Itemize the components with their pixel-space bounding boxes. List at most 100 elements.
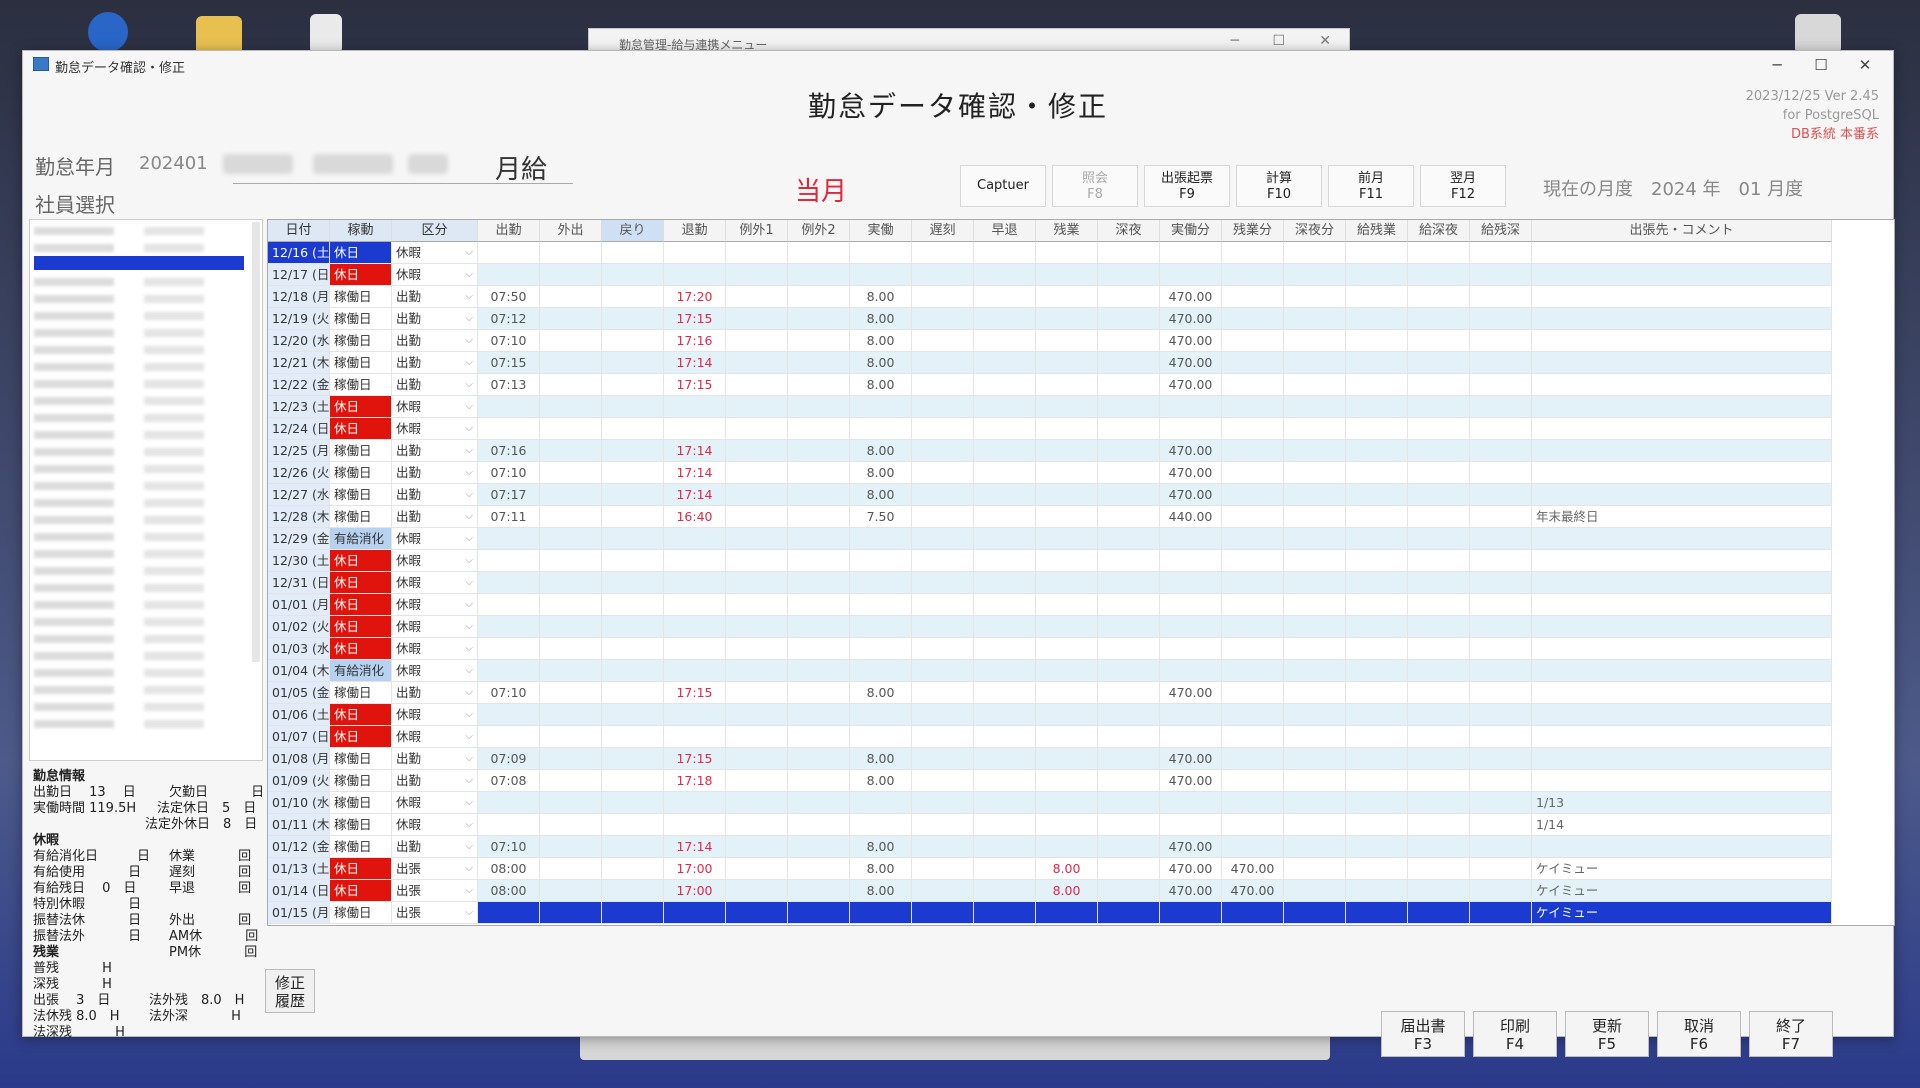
date-cell[interactable]: 12/23 (土) xyxy=(268,396,330,418)
data-cell[interactable] xyxy=(1470,418,1532,440)
data-cell[interactable] xyxy=(1222,836,1284,858)
data-cell[interactable] xyxy=(1284,660,1346,682)
data-cell[interactable] xyxy=(974,242,1036,264)
data-cell[interactable] xyxy=(788,352,850,374)
column-header[interactable]: 戻り xyxy=(602,220,664,242)
data-cell[interactable] xyxy=(726,660,788,682)
chevron-down-icon[interactable]: ⌵ xyxy=(465,484,473,505)
data-cell[interactable] xyxy=(1346,858,1408,880)
data-cell[interactable] xyxy=(974,550,1036,572)
workday-type-cell[interactable]: 休日 xyxy=(330,616,392,638)
data-cell[interactable] xyxy=(1160,396,1222,418)
data-cell[interactable] xyxy=(974,814,1036,836)
scrollbar[interactable] xyxy=(252,222,260,662)
workday-type-cell[interactable]: 休日 xyxy=(330,418,392,440)
data-cell[interactable] xyxy=(602,704,664,726)
data-cell[interactable] xyxy=(912,616,974,638)
data-cell[interactable] xyxy=(726,440,788,462)
date-cell[interactable]: 01/15 (月) xyxy=(268,902,330,924)
employee-item[interactable] xyxy=(34,683,234,697)
chevron-down-icon[interactable]: ⌵ xyxy=(465,836,473,857)
table-row[interactable]: 01/02 (火) 休日 休暇 ⌵ xyxy=(268,616,1894,638)
data-cell[interactable] xyxy=(1036,242,1098,264)
data-cell[interactable] xyxy=(1222,352,1284,374)
data-cell[interactable] xyxy=(540,308,602,330)
data-cell[interactable] xyxy=(974,836,1036,858)
data-cell[interactable] xyxy=(602,374,664,396)
data-cell[interactable] xyxy=(478,264,540,286)
comment-cell[interactable]: ケイミュー xyxy=(1532,880,1832,902)
employee-item[interactable] xyxy=(34,530,234,544)
data-cell[interactable] xyxy=(664,396,726,418)
data-cell[interactable] xyxy=(602,880,664,902)
data-cell[interactable] xyxy=(726,528,788,550)
data-cell[interactable] xyxy=(1408,308,1470,330)
data-cell[interactable] xyxy=(540,330,602,352)
data-cell[interactable] xyxy=(1470,594,1532,616)
employee-item[interactable] xyxy=(34,394,234,408)
data-cell[interactable] xyxy=(788,902,850,924)
data-cell[interactable] xyxy=(1098,550,1160,572)
data-cell[interactable] xyxy=(974,506,1036,528)
data-cell[interactable] xyxy=(1160,242,1222,264)
data-cell[interactable] xyxy=(478,528,540,550)
data-cell[interactable]: 17:14 xyxy=(664,484,726,506)
data-cell[interactable] xyxy=(974,902,1036,924)
comment-cell[interactable] xyxy=(1532,550,1832,572)
data-cell[interactable] xyxy=(1470,836,1532,858)
prev-month-button[interactable]: 前月 F11 xyxy=(1328,165,1414,207)
data-cell[interactable] xyxy=(788,726,850,748)
data-cell[interactable] xyxy=(912,902,974,924)
data-cell[interactable] xyxy=(1346,638,1408,660)
comment-cell[interactable] xyxy=(1532,836,1832,858)
category-dropdown[interactable]: 休暇 ⌵ xyxy=(392,726,478,748)
comment-cell[interactable] xyxy=(1532,330,1832,352)
category-dropdown[interactable]: 休暇 ⌵ xyxy=(392,242,478,264)
data-cell[interactable] xyxy=(1408,418,1470,440)
data-cell[interactable] xyxy=(540,902,602,924)
data-cell[interactable] xyxy=(974,374,1036,396)
data-cell[interactable] xyxy=(1222,242,1284,264)
data-cell[interactable] xyxy=(974,528,1036,550)
data-cell[interactable] xyxy=(1036,836,1098,858)
data-cell[interactable] xyxy=(1222,682,1284,704)
chevron-down-icon[interactable]: ⌵ xyxy=(465,594,473,615)
data-cell[interactable] xyxy=(1222,726,1284,748)
workday-type-cell[interactable]: 休日 xyxy=(330,550,392,572)
chevron-down-icon[interactable]: ⌵ xyxy=(465,528,473,549)
data-cell[interactable] xyxy=(726,550,788,572)
data-cell[interactable] xyxy=(788,308,850,330)
category-dropdown[interactable]: 休暇 ⌵ xyxy=(392,792,478,814)
date-cell[interactable]: 01/07 (日) xyxy=(268,726,330,748)
data-cell[interactable] xyxy=(540,660,602,682)
data-cell[interactable] xyxy=(1470,264,1532,286)
data-cell[interactable] xyxy=(1098,770,1160,792)
date-cell[interactable]: 12/17 (日) xyxy=(268,264,330,286)
data-cell[interactable] xyxy=(1036,572,1098,594)
data-cell[interactable] xyxy=(726,594,788,616)
data-cell[interactable]: 17:15 xyxy=(664,682,726,704)
column-header[interactable]: 出勤 xyxy=(478,220,540,242)
thunderbird-desktop-icon[interactable] xyxy=(88,12,128,52)
data-cell[interactable] xyxy=(1160,638,1222,660)
employee-item[interactable] xyxy=(34,309,234,323)
data-cell[interactable] xyxy=(726,638,788,660)
data-cell[interactable] xyxy=(1284,792,1346,814)
data-cell[interactable] xyxy=(478,418,540,440)
data-cell[interactable]: 07:08 xyxy=(478,770,540,792)
data-cell[interactable]: 8.00 xyxy=(850,748,912,770)
data-cell[interactable] xyxy=(1284,572,1346,594)
data-cell[interactable] xyxy=(602,528,664,550)
data-cell[interactable]: 470.00 xyxy=(1160,858,1222,880)
data-cell[interactable] xyxy=(540,572,602,594)
table-row[interactable]: 12/27 (水) 稼働日 出勤 ⌵ 07:17 17:14 8.00 470.00 xyxy=(268,484,1894,506)
data-cell[interactable] xyxy=(1284,836,1346,858)
data-cell[interactable] xyxy=(478,726,540,748)
data-cell[interactable]: 8.00 xyxy=(850,462,912,484)
data-cell[interactable] xyxy=(1098,836,1160,858)
category-dropdown[interactable]: 休暇 ⌵ xyxy=(392,396,478,418)
data-cell[interactable] xyxy=(726,748,788,770)
data-cell[interactable] xyxy=(912,682,974,704)
data-cell[interactable]: 8.00 xyxy=(850,308,912,330)
data-cell[interactable] xyxy=(788,396,850,418)
